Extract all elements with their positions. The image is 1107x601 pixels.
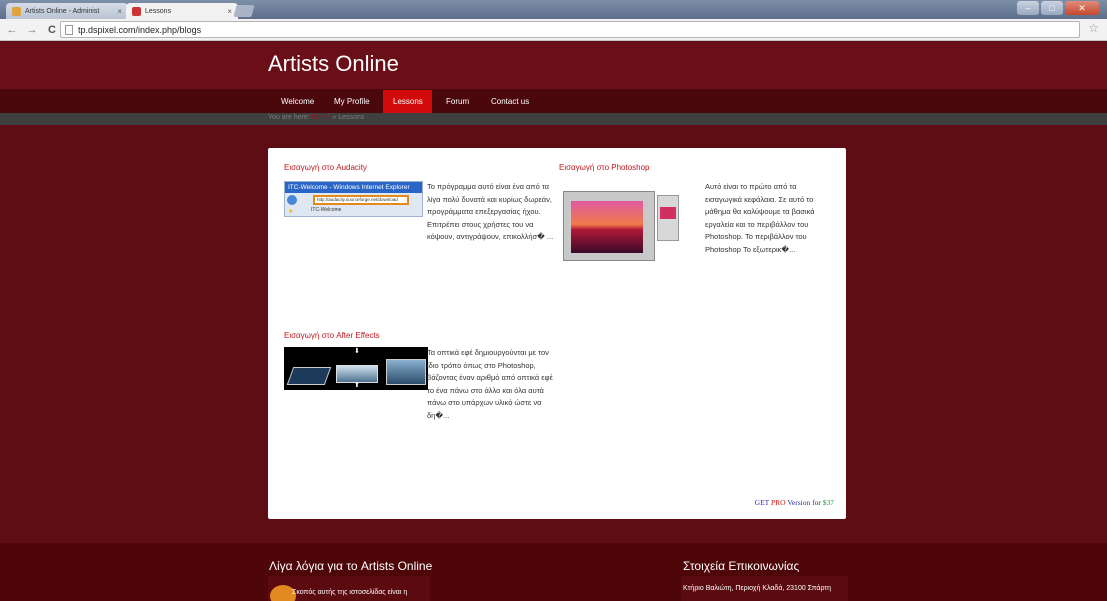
post-excerpt: Το πρόγραμμα αυτό είναι ένα από τα λίγα …: [427, 182, 554, 241]
joomla-favicon-icon: [12, 6, 21, 16]
favorites-star-icon: ★: [288, 209, 294, 215]
after-effects-thumbnail[interactable]: ⬇ ⬆: [284, 347, 428, 390]
footer-about-heading: Λίγα λόγια για το Artists Online: [269, 559, 433, 573]
maximize-button[interactable]: □: [1041, 1, 1063, 15]
arrow-down-icon: ⬇: [354, 348, 360, 355]
page-icon: [65, 24, 73, 35]
footer: Λίγα λόγια για το Artists Online Σκοπός …: [0, 543, 1107, 601]
thumb-caption: ITC-Welcome - Windows Internet Explorer: [285, 182, 422, 193]
site-header: Artists Online: [0, 42, 1107, 90]
post-title-link[interactable]: Εισαγωγή στο Photoshop: [559, 163, 650, 172]
nav-lessons[interactable]: Lessons: [383, 90, 432, 113]
footer-contact-text: Κτήριο Βαλιώτη, Περιοχή Κλαδά, 23100 Σπά…: [683, 585, 831, 592]
photoshop-thumbnail[interactable]: [561, 183, 699, 271]
post-after-effects: Εισαγωγή στο After Effects: [284, 331, 380, 340]
browser-tab-admin[interactable]: Artists Online - Administ ×: [6, 3, 128, 19]
close-window-button[interactable]: ✕: [1065, 1, 1099, 15]
footer-contact-box: Κτήριο Βαλιώτη, Περιοχή Κλαδά, 23100 Σπά…: [681, 576, 848, 601]
layer-frame: [286, 367, 332, 385]
content-panel: Εισαγωγή στο Audacity ITC-Welcome - Wind…: [268, 148, 846, 519]
post-excerpt: Αυτό είναι το πρώτο από τα εισαγωγικά κε…: [705, 182, 815, 254]
breadcrumb: You are here: Home » Lessons: [268, 114, 364, 121]
back-arrow-icon[interactable]: ←: [4, 22, 20, 38]
get-pro-version-link[interactable]: GET PRO Version for $37: [755, 498, 834, 507]
pro-version: Version: [787, 498, 811, 507]
browser-tab-lessons[interactable]: Lessons ×: [126, 3, 238, 19]
new-tab-button[interactable]: [233, 5, 255, 17]
nav-forum[interactable]: Forum: [436, 90, 479, 113]
pro-price: $37: [822, 498, 834, 507]
footer-about-box: Σκοπός αυτής της ιστοσελίδας είναι η: [268, 576, 430, 601]
breadcrumb-prefix: You are here:: [268, 114, 310, 121]
nav-welcome[interactable]: Welcome: [271, 90, 324, 113]
forward-arrow-icon[interactable]: →: [24, 22, 40, 38]
close-tab-icon[interactable]: ×: [117, 7, 122, 16]
close-tab-icon[interactable]: ×: [227, 7, 232, 16]
site-title[interactable]: Artists Online: [268, 51, 399, 77]
browser-tab-bar: Artists Online - Administ × Lessons × – …: [0, 0, 1107, 19]
layer-frame: [386, 359, 426, 385]
main-nav: Welcome My Profile Lessons Forum Contact…: [0, 90, 1107, 113]
post-photoshop: Εισαγωγή στο Photoshop: [559, 163, 650, 172]
url-text: tp.dspixel.com/index.php/blogs: [78, 24, 202, 35]
sunset-image: [571, 201, 643, 253]
audacity-thumbnail[interactable]: ITC-Welcome - Windows Internet Explorer …: [284, 181, 423, 217]
post-audacity: Εισαγωγή στο Audacity: [284, 163, 367, 172]
nav-my-profile[interactable]: My Profile: [324, 90, 380, 113]
pro-get: GET: [754, 498, 770, 507]
back-button-icon: [287, 195, 297, 205]
thumb-url: http://audacity.sourceforge.net/download: [313, 195, 409, 205]
breadcrumb-separator: »: [332, 114, 337, 121]
minimize-button[interactable]: –: [1017, 1, 1039, 15]
reload-icon[interactable]: C: [44, 22, 60, 38]
post-title-link[interactable]: Εισαγωγή στο After Effects: [284, 331, 380, 340]
footer-contact-heading: Στοιχεία Επικοινωνίας: [683, 559, 800, 573]
address-bar[interactable]: tp.dspixel.com/index.php/blogs: [60, 21, 1080, 38]
nav-contact-us[interactable]: Contact us: [481, 90, 539, 113]
tab-title: Lessons: [145, 7, 172, 15]
footer-about-text: Σκοπός αυτής της ιστοσελίδας είναι η: [292, 589, 408, 596]
breadcrumb-bar: You are here: Home » Lessons: [0, 113, 1107, 125]
pro-label: PRO: [770, 498, 786, 507]
site-favicon-icon: [132, 6, 141, 16]
breadcrumb-current: Lessons: [338, 114, 365, 121]
thumb-tab: ITC-Welcome: [311, 207, 342, 213]
post-title-link[interactable]: Εισαγωγή στο Audacity: [284, 163, 367, 172]
arrow-up-icon: ⬆: [354, 382, 360, 389]
tab-title: Artists Online - Administ: [25, 7, 100, 15]
ps-navigator-preview: [660, 207, 676, 219]
pro-for: for: [812, 498, 821, 507]
browser-toolbar: ← → C tp.dspixel.com/index.php/blogs ☆: [0, 19, 1107, 41]
breadcrumb-home-link[interactable]: Home: [312, 114, 331, 121]
post-excerpt: Τα οπτικά εφέ δημιουργούνται με τον ίδιο…: [427, 348, 553, 420]
bookmark-star-icon[interactable]: ☆: [1088, 21, 1099, 35]
